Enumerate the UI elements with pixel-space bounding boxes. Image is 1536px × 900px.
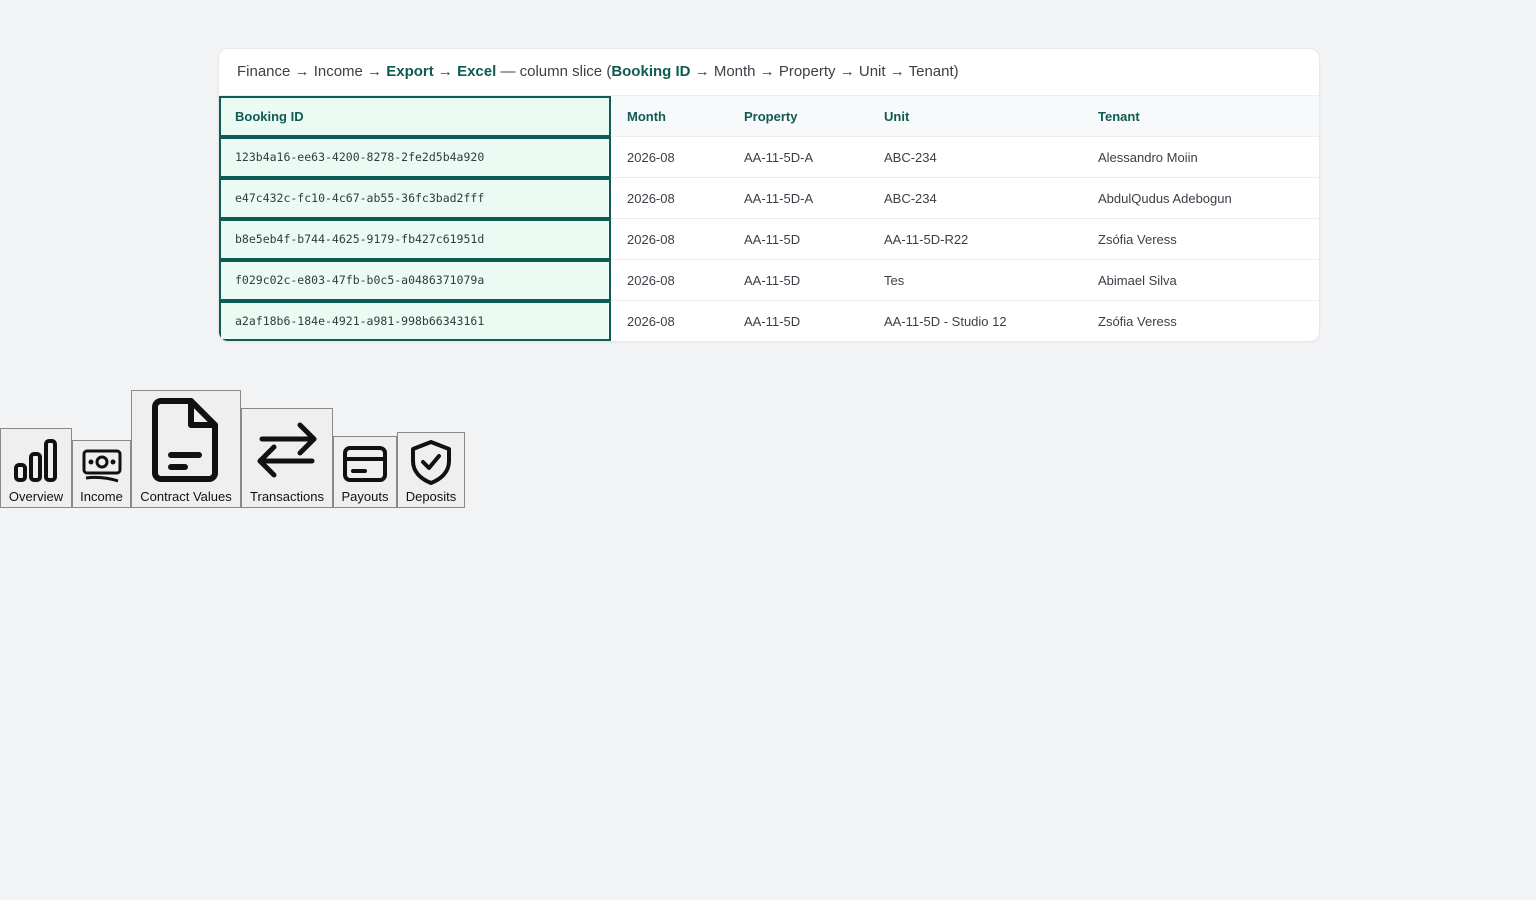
property-cell: AA-11-5D (728, 300, 868, 341)
header-property[interactable]: Property (728, 96, 868, 137)
month-cell: 2026-08 (611, 259, 728, 301)
nav-contract-values-button[interactable]: Contract Values (131, 390, 241, 508)
tenant-cell: Zsófia Veress (1082, 300, 1319, 341)
nav-contract-values-label: Contract Values (140, 489, 232, 504)
booking-id-cell: 123b4a16-ee63-4200-8278-2fe2d5b4a920 (219, 136, 611, 178)
breadcrumb-export-excel: Export → Excel (386, 63, 497, 80)
nav-payouts-button[interactable]: Payouts (333, 436, 397, 508)
unit-cell: AA-11-5D - Studio 12 (868, 300, 1082, 341)
shield-check-icon (411, 440, 451, 485)
bar-chart-icon (14, 439, 57, 482)
table-row: e47c432c-fc10-4c67-ab55-36fc3bad2fff 202… (219, 177, 1319, 219)
nav-income-button[interactable]: Income (72, 440, 131, 508)
table-row: f029c02c-e803-47fb-b0c5-a0486371079a 202… (219, 259, 1319, 301)
table-row: a2af18b6-184e-4921-a981-998b66343161 202… (219, 300, 1319, 341)
nav-payouts-label: Payouts (341, 489, 389, 504)
month-cell: 2026-08 (611, 136, 728, 178)
nav-transactions-label: Transactions (250, 489, 324, 504)
nav-transactions-button[interactable]: Transactions (241, 408, 333, 508)
tenant-cell: AbdulQudus Adebogun (1082, 177, 1319, 219)
column-slice-table: Booking ID Month Property Unit Tenant 12… (219, 96, 1319, 341)
booking-id-cell: e47c432c-fc10-4c67-ab55-36fc3bad2fff (219, 177, 611, 219)
breadcrumb-path: Finance → Income → (237, 63, 387, 80)
tenant-cell: Abimael Silva (1082, 259, 1319, 301)
month-cell: 2026-08 (611, 300, 728, 341)
breadcrumb-column-order: → Month → Property → Unit → Tenant) (690, 63, 959, 80)
breadcrumb: Finance → Income → Export → Excel — colu… (219, 49, 1319, 96)
nav-deposits-label: Deposits (405, 489, 457, 504)
header-unit[interactable]: Unit (868, 96, 1082, 137)
table-row: 123b4a16-ee63-4200-8278-2fe2d5b4a920 202… (219, 136, 1319, 178)
nav-overview-label: Overview (8, 489, 64, 504)
header-month[interactable]: Month (611, 96, 728, 137)
money-icon (82, 449, 121, 483)
unit-cell: ABC-234 (868, 136, 1082, 178)
property-cell: AA-11-5D-A (728, 177, 868, 219)
property-cell: AA-11-5D (728, 259, 868, 301)
tenant-cell: Alessandro Moiin (1082, 136, 1319, 178)
transfer-arrows-icon (257, 422, 317, 478)
month-cell: 2026-08 (611, 177, 728, 219)
document-icon (152, 398, 218, 482)
nav-overview-button[interactable]: Overview (0, 428, 72, 508)
table-row: b8e5eb4f-b744-4625-9179-fb427c61951d 202… (219, 218, 1319, 260)
booking-id-cell: b8e5eb4f-b744-4625-9179-fb427c61951d (219, 218, 611, 260)
header-booking-id[interactable]: Booking ID (219, 96, 611, 137)
nav-income-label: Income (80, 489, 123, 504)
booking-id-cell: f029c02c-e803-47fb-b0c5-a0486371079a (219, 259, 611, 301)
export-preview-card: Finance → Income → Export → Excel — colu… (218, 48, 1320, 342)
booking-id-cell: a2af18b6-184e-4921-a981-998b66343161 (219, 300, 611, 341)
month-cell: 2026-08 (611, 218, 728, 260)
unit-cell: AA-11-5D-R22 (868, 218, 1082, 260)
property-cell: AA-11-5D (728, 218, 868, 260)
nav-deposits-button[interactable]: Deposits (397, 432, 465, 508)
unit-cell: ABC-234 (868, 177, 1082, 219)
unit-cell: Tes (868, 259, 1082, 301)
header-tenant[interactable]: Tenant (1082, 96, 1319, 137)
credit-card-icon (343, 446, 387, 482)
tenant-cell: Zsófia Veress (1082, 218, 1319, 260)
breadcrumb-highlighted-column: Booking ID (611, 63, 691, 80)
table-header-row: Booking ID Month Property Unit Tenant (219, 96, 1319, 137)
breadcrumb-slice-label: — column slice ( (496, 63, 612, 80)
property-cell: AA-11-5D-A (728, 136, 868, 178)
